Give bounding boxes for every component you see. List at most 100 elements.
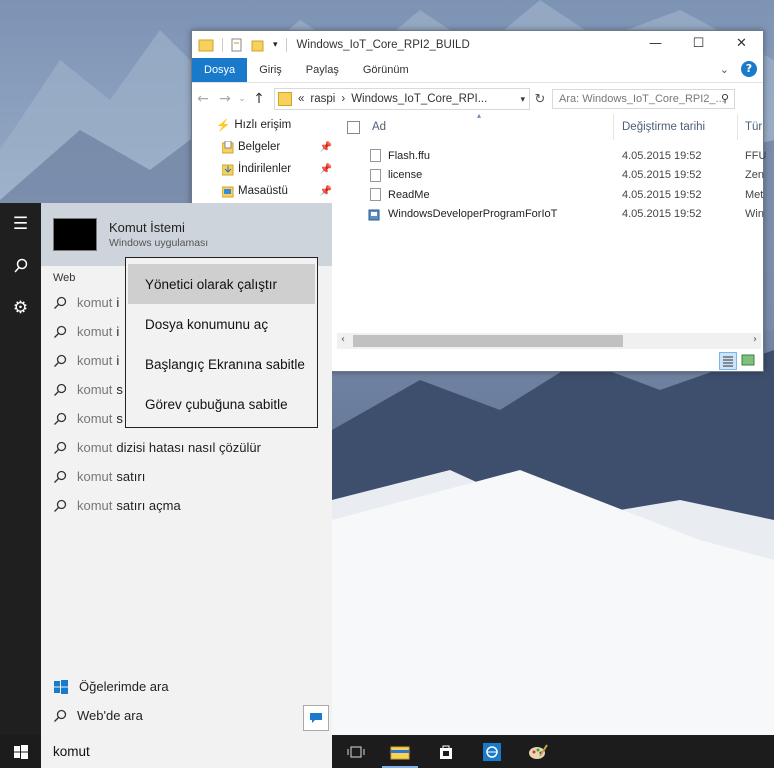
tab-share[interactable]: Paylaş	[294, 58, 351, 82]
suggestion-text: i	[116, 324, 120, 339]
large-icons-view-icon[interactable]	[740, 352, 756, 368]
file-explorer-icon	[390, 746, 410, 759]
file-list: Ad ▴ Değiştirme tarihi Tür Flash.ffu 4.0…	[337, 111, 767, 334]
suggestion-text: s	[116, 382, 123, 397]
file-row[interactable]: Flash.ffu 4.05.2015 19:52 FFU	[337, 146, 767, 166]
breadcrumb-current[interactable]: Windows_IoT_Core_RPI...	[351, 93, 487, 105]
forward-icon[interactable]: →	[214, 91, 236, 107]
column-divider[interactable]	[613, 114, 614, 140]
column-name[interactable]: Ad	[372, 121, 386, 133]
hamburger-menu-icon[interactable]: ☰	[0, 203, 41, 245]
settings-gear-icon[interactable]: ⚙	[0, 287, 41, 329]
navigation-pane: ⚡ Hızlı erişim Belgeler 📌 İndirilenler 📌…	[192, 114, 336, 204]
tab-view[interactable]: Görünüm	[351, 58, 421, 82]
file-icon	[370, 168, 381, 182]
taskbar-edge[interactable]	[470, 735, 514, 768]
search-my-stuff-label: Öğelerimde ara	[79, 679, 169, 694]
column-divider[interactable]	[737, 114, 738, 140]
details-view-icon[interactable]	[719, 352, 737, 370]
tab-file[interactable]: Dosya	[192, 58, 248, 82]
title-bar[interactable]: ▾ Windows_IoT_Core_RPI2_BUILD — ☐ ✕	[192, 31, 763, 58]
file-row[interactable]: ReadMe 4.05.2015 19:52 Met	[337, 185, 763, 205]
feedback-button[interactable]	[303, 705, 329, 731]
breadcrumb-raspi[interactable]: raspi	[310, 93, 335, 105]
new-folder-icon[interactable]	[251, 38, 267, 52]
window-title: Windows_IoT_Core_RPI2_BUILD	[296, 38, 470, 51]
taskbar: komut	[0, 735, 774, 768]
context-menu: Yönetici olarak çalıştır Dosya konumunu …	[125, 257, 318, 428]
start-button[interactable]	[0, 735, 41, 768]
column-type[interactable]: Tür	[745, 121, 762, 133]
task-view-button[interactable]	[334, 735, 378, 768]
file-date: 4.05.2015 19:52	[622, 169, 702, 182]
menu-item-run-as-admin[interactable]: Yönetici olarak çalıştır	[128, 264, 315, 304]
folder-icon	[198, 39, 214, 51]
back-icon[interactable]: ←	[192, 91, 214, 107]
web-suggestion[interactable]: komut satırı açma	[41, 491, 332, 520]
breadcrumb-overflow[interactable]: «	[298, 93, 304, 105]
nav-downloads[interactable]: İndirilenler 📌	[192, 158, 336, 180]
search-icon	[54, 709, 67, 722]
search-icon[interactable]	[0, 245, 41, 287]
search-icon	[54, 470, 67, 483]
up-icon[interactable]: ↑	[248, 91, 270, 107]
maximize-button[interactable]: ☐	[677, 31, 720, 55]
recent-locations-icon[interactable]: ⌄	[236, 94, 248, 104]
address-field[interactable]: « raspi › Windows_IoT_Core_RPI... ▾	[274, 88, 530, 110]
suggestion-text: dizisi hatası nasıl çözülür	[116, 440, 261, 455]
file-row[interactable]: license 4.05.2015 19:52 Zen	[337, 166, 764, 186]
breadcrumb-separator: ›	[341, 93, 346, 105]
taskbar-file-explorer[interactable]	[378, 735, 422, 768]
nav-quick-access[interactable]: ⚡ Hızlı erişim	[192, 114, 336, 136]
search-icon	[54, 296, 67, 309]
scroll-right-icon[interactable]: ›	[753, 334, 757, 345]
command-prompt-icon	[53, 218, 97, 251]
scrollbar-thumb[interactable]	[353, 335, 623, 347]
suggestion-text: satırı açma	[116, 498, 181, 513]
search-web-button[interactable]: Web'de ara	[41, 701, 332, 730]
start-rail: ☰ ⚙	[0, 203, 41, 735]
minimize-button[interactable]: —	[634, 31, 677, 55]
menu-item-pin-to-taskbar[interactable]: Görev çubuğuna sabitle	[128, 384, 315, 424]
help-icon[interactable]: ?	[741, 61, 757, 77]
horizontal-scrollbar[interactable]: ‹ ›	[337, 333, 761, 349]
column-headers: Ad ▴ Değiştirme tarihi Tür	[337, 111, 763, 140]
refresh-icon[interactable]: ↻	[530, 92, 550, 107]
properties-icon[interactable]	[229, 38, 245, 52]
feedback-icon	[310, 713, 322, 723]
pin-icon[interactable]: 📌	[320, 142, 332, 153]
web-suggestion[interactable]: komut dizisi hatası nasıl çözülür	[41, 433, 332, 462]
nav-desktop[interactable]: Masaüstü 📌	[192, 180, 336, 202]
column-date[interactable]: Değiştirme tarihi	[622, 121, 705, 133]
file-type: FFU	[745, 149, 767, 162]
downloads-icon	[222, 164, 234, 175]
customize-quick-access-icon[interactable]: ▾	[273, 40, 278, 50]
search-web-label: Web'de ara	[77, 708, 143, 723]
file-row[interactable]: WindowsDeveloperProgramForIoT 4.05.2015 …	[337, 205, 764, 225]
pin-icon[interactable]: 📌	[320, 164, 332, 175]
search-icon	[54, 499, 67, 512]
search-input[interactable]: Ara: Windows_IoT_Core_RPI2_... ⚲	[552, 89, 735, 109]
taskbar-paint[interactable]	[516, 735, 560, 768]
taskbar-store[interactable]	[424, 735, 468, 768]
pin-icon[interactable]: 📌	[320, 186, 332, 197]
close-button[interactable]: ✕	[720, 31, 763, 55]
chevron-down-icon[interactable]: ▾	[520, 94, 525, 105]
search-icon	[54, 383, 67, 396]
suggestion-text: i	[116, 295, 120, 310]
menu-item-open-file-location[interactable]: Dosya konumunu aç	[128, 304, 315, 344]
web-suggestion[interactable]: komut satırı	[41, 462, 332, 491]
tab-home[interactable]: Giriş	[247, 58, 294, 82]
nav-documents[interactable]: Belgeler 📌	[192, 136, 336, 158]
file-date: 4.05.2015 19:52	[622, 208, 702, 221]
scroll-left-icon[interactable]: ‹	[341, 334, 345, 345]
divider	[285, 37, 287, 52]
menu-item-pin-to-start[interactable]: Başlangıç Ekranına sabitle	[128, 344, 315, 384]
search-my-stuff-button[interactable]: Öğelerimde ara	[41, 672, 332, 701]
expand-ribbon-icon[interactable]: ⌄	[720, 63, 729, 76]
select-all-checkbox[interactable]	[347, 120, 360, 134]
folder-icon	[278, 92, 292, 106]
taskbar-search-box[interactable]: komut	[41, 735, 332, 768]
star-icon: ⚡	[216, 120, 231, 132]
windows-logo-icon	[54, 679, 68, 694]
